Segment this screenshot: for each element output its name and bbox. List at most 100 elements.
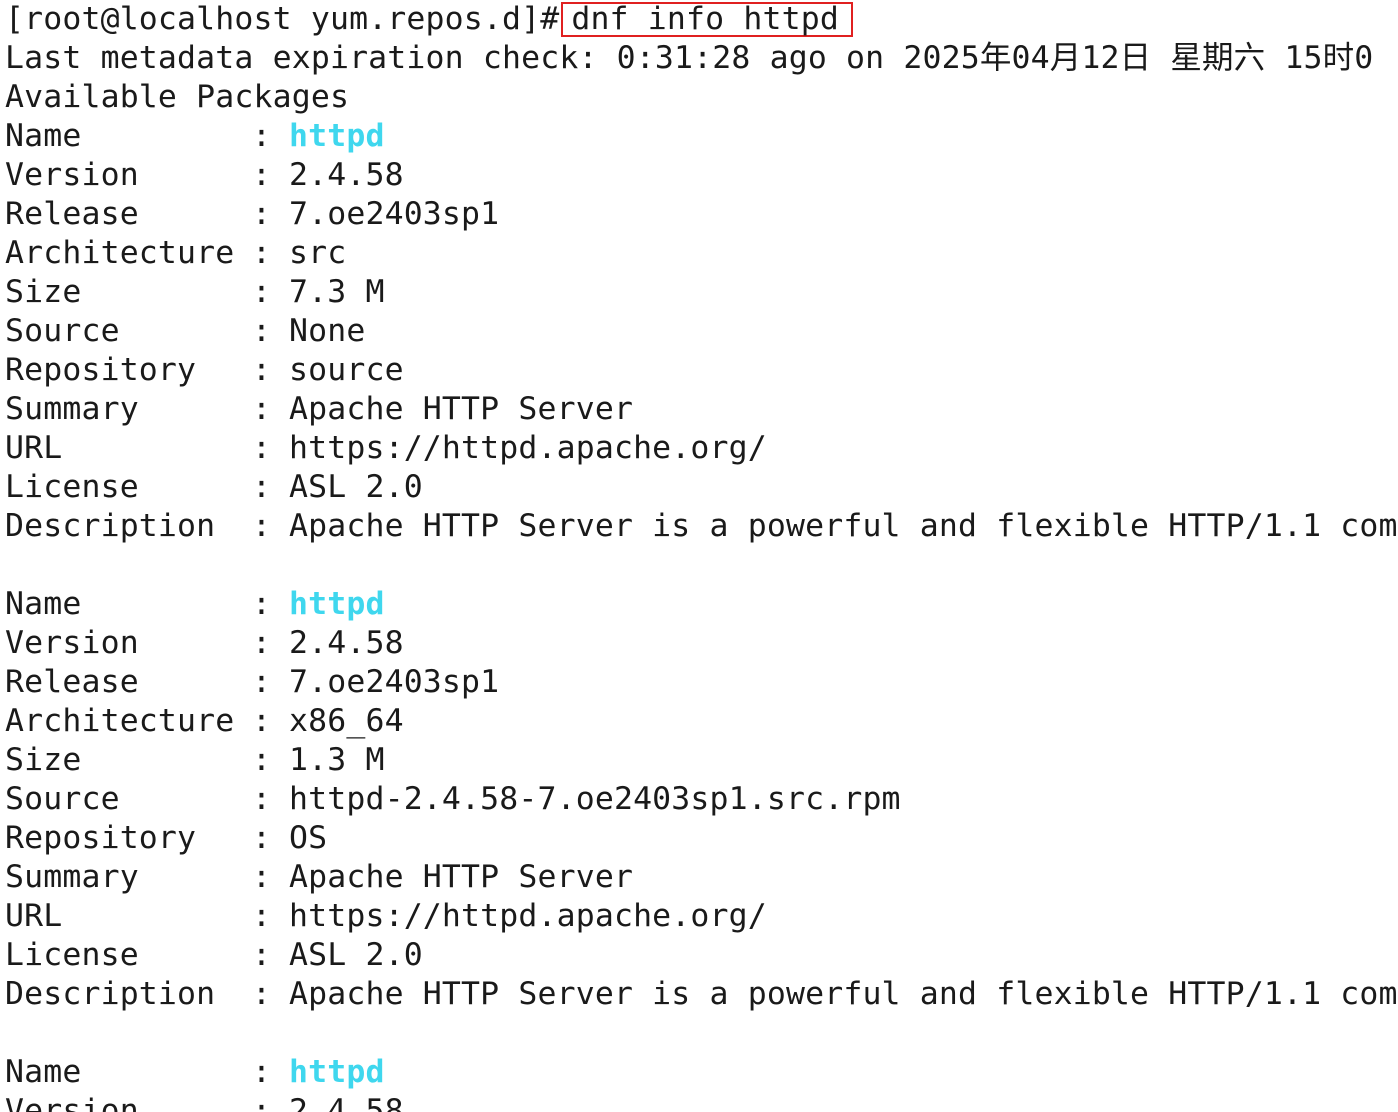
field-row: License: ASL 2.0 [5, 468, 423, 507]
metadata-line: Last metadata expiration check: 0:31:28 … [5, 40, 1374, 76]
shell-prompt: [root@localhost yum.repos.d]# [5, 1, 560, 37]
package-release: 7.oe2403sp1 [289, 196, 500, 232]
highlighted-command: dnf info httpd [561, 2, 853, 37]
field-label: Architecture [5, 703, 235, 739]
field-row: Summary: Apache HTTP Server [5, 858, 633, 897]
field-row: Release:7.oe2403sp1 [5, 195, 499, 234]
field-separator: : [252, 352, 272, 388]
package-url: https://httpd.apache.org/ [289, 430, 767, 466]
package-license: ASL 2.0 [289, 937, 423, 973]
package-repository: OS [289, 820, 328, 856]
prompt-line: [root@localhost yum.repos.d]# dnf info ht… [5, 0, 853, 39]
field-row: Version:2.4.58 [5, 624, 404, 663]
field-label: Description [5, 508, 216, 544]
field-label: Name [5, 586, 82, 622]
section-title: Available Packages [5, 79, 350, 115]
field-label: Version [5, 625, 139, 661]
package-version: 2.4.58 [289, 1093, 404, 1112]
package-name: httpd [289, 118, 385, 154]
field-separator: : [252, 703, 272, 739]
field-label: License [5, 937, 139, 973]
field-separator: : [252, 859, 272, 895]
field-label: License [5, 469, 139, 505]
field-row: Name: httpd [5, 117, 385, 156]
package-description: Apache HTTP Server is a powerful and fle… [289, 976, 1398, 1012]
package-url: https://httpd.apache.org/ [289, 898, 767, 934]
field-label: URL [5, 898, 63, 934]
field-separator: : [252, 274, 272, 310]
package-architecture: src [289, 235, 347, 271]
field-row: Summary: Apache HTTP Server [5, 390, 633, 429]
field-label: Name [5, 1054, 82, 1090]
field-label: Summary [5, 391, 139, 427]
package-name: httpd [289, 1054, 385, 1090]
field-separator: : [252, 508, 272, 544]
field-row: License: ASL 2.0 [5, 936, 423, 975]
field-separator: : [252, 391, 272, 427]
field-separator: : [252, 1093, 272, 1112]
field-label: Version [5, 1093, 139, 1112]
field-separator: : [252, 820, 272, 856]
package-source: None [289, 313, 366, 349]
field-separator: : [252, 625, 272, 661]
field-separator: : [252, 430, 272, 466]
field-row: URL: https://httpd.apache.org/ [5, 897, 767, 936]
field-row: Architecture: x86_64 [5, 702, 404, 741]
field-row: Release:7.oe2403sp1 [5, 663, 499, 702]
field-separator: : [252, 157, 272, 193]
field-label: Release [5, 196, 139, 232]
package-summary: Apache HTTP Server [289, 859, 634, 895]
package-repository: source [289, 352, 404, 388]
field-row: Repository: OS [5, 819, 327, 858]
field-row: Architecture: src [5, 234, 346, 273]
field-row: Version:2.4.58 [5, 1092, 404, 1112]
package-size: 1.3 M [289, 742, 385, 778]
field-row: URL: https://httpd.apache.org/ [5, 429, 767, 468]
field-label: Version [5, 157, 139, 193]
package-architecture: x86_64 [289, 703, 404, 739]
field-row: Name: httpd [5, 585, 385, 624]
package-version: 2.4.58 [289, 625, 404, 661]
field-separator: : [252, 118, 272, 154]
field-separator: : [252, 976, 272, 1012]
field-row: Source: None [5, 312, 365, 351]
field-separator: : [252, 586, 272, 622]
field-row: Size:1.3 M [5, 741, 385, 780]
field-separator: : [252, 742, 272, 778]
field-row: Version:2.4.58 [5, 156, 404, 195]
field-separator: : [252, 664, 272, 700]
field-separator: : [252, 898, 272, 934]
field-label: Name [5, 118, 82, 154]
field-separator: : [252, 313, 272, 349]
field-separator: : [252, 469, 272, 505]
package-version: 2.4.58 [289, 157, 404, 193]
field-label: Description [5, 976, 216, 1012]
field-separator: : [252, 781, 272, 817]
field-label: Size [5, 742, 82, 778]
field-label: Source [5, 781, 120, 817]
field-separator: : [252, 196, 272, 232]
field-label: Size [5, 274, 82, 310]
package-description: Apache HTTP Server is a powerful and fle… [289, 508, 1398, 544]
package-source: httpd-2.4.58-7.oe2403sp1.src.rpm [289, 781, 901, 817]
field-label: Repository [5, 352, 197, 388]
package-license: ASL 2.0 [289, 469, 423, 505]
field-label: URL [5, 430, 63, 466]
field-row: Size:7.3 M [5, 273, 385, 312]
field-separator: : [252, 1054, 272, 1090]
field-row: Source: httpd-2.4.58-7.oe2403sp1.src.rpm [5, 780, 901, 819]
package-size: 7.3 M [289, 274, 385, 310]
field-row: Repository: source [5, 351, 404, 390]
package-name: httpd [289, 586, 385, 622]
field-label: Release [5, 664, 139, 700]
terminal-window[interactable]: [root@localhost yum.repos.d]# dnf info ht… [0, 0, 1398, 1112]
field-label: Repository [5, 820, 197, 856]
field-label: Summary [5, 859, 139, 895]
field-label: Architecture [5, 235, 235, 271]
package-summary: Apache HTTP Server [289, 391, 634, 427]
package-release: 7.oe2403sp1 [289, 664, 500, 700]
field-row: Description: Apache HTTP Server is a powe… [5, 507, 1398, 546]
field-label: Source [5, 313, 120, 349]
field-separator: : [252, 937, 272, 973]
field-separator: : [252, 235, 272, 271]
